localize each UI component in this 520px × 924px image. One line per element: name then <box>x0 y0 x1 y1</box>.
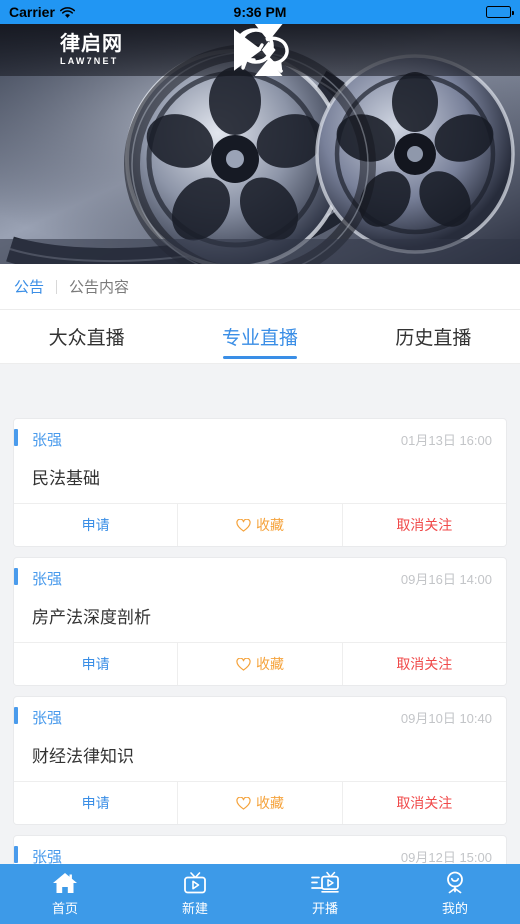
card-title: 房产法深度剖析 <box>14 595 506 643</box>
unfollow-label: 取消关注 <box>396 795 453 811</box>
card-title: 民法基础 <box>14 456 506 504</box>
card-author: 张强 <box>32 571 63 588</box>
favorite-label: 收藏 <box>255 656 284 672</box>
nav-item-broadcast[interactable]: 开播 <box>260 871 390 917</box>
nav-label: 我的 <box>441 901 468 916</box>
apply-button[interactable]: 申请 <box>14 504 178 546</box>
card-actions: 申请 收藏 取消关注 <box>14 782 506 824</box>
app-screen: Carrier 9:36 PM 律启网 LAW7NET 公告 公告内容 大众直播… <box>0 0 520 924</box>
live-category-tabs: 大众直播 专业直播 历史直播 <box>0 310 520 364</box>
nav-item-home[interactable]: 首页 <box>0 871 130 917</box>
bottom-navigation: 首页 新建 开播 我的 <box>0 864 520 924</box>
announcement-text: 公告内容 <box>69 279 130 296</box>
accent-bar <box>14 568 18 585</box>
unfollow-label: 取消关注 <box>396 517 453 533</box>
accent-bar <box>14 846 18 863</box>
apply-button[interactable]: 申请 <box>14 643 178 685</box>
apply-label: 申请 <box>81 795 110 811</box>
card-time: 09月10日 10:40 <box>400 711 492 726</box>
home-icon <box>52 871 78 895</box>
broadcast-icon <box>311 871 339 895</box>
status-bar-right <box>486 6 514 18</box>
apply-button[interactable]: 申请 <box>14 782 178 824</box>
list-item[interactable]: 张强 01月13日 16:00 民法基础 申请 收藏 取消关注 <box>13 418 507 547</box>
announcement-divider <box>56 279 58 294</box>
favorite-label: 收藏 <box>255 517 284 533</box>
tab-history-live[interactable]: 历史直播 <box>347 310 520 363</box>
card-header: 张强 01月13日 16:00 <box>14 419 506 456</box>
nav-label: 新建 <box>181 901 208 916</box>
unfollow-button[interactable]: 取消关注 <box>341 504 506 546</box>
nav-label: 首页 <box>51 901 78 916</box>
card-header: 张强 09月16日 14:00 <box>14 558 506 595</box>
tab-professional-live[interactable]: 专业直播 <box>173 310 346 363</box>
unfollow-button[interactable]: 取消关注 <box>341 782 506 824</box>
wifi-icon <box>59 6 75 18</box>
carrier-label: Carrier <box>9 4 55 20</box>
tv-play-icon <box>182 871 208 895</box>
announcement-tag: 公告 <box>14 279 45 296</box>
heart-outline-icon <box>236 657 251 671</box>
list-item[interactable]: 张强 09月16日 14:00 房产法深度剖析 申请 收藏 取消关注 <box>13 557 507 686</box>
card-time: 01月13日 16:00 <box>400 433 492 448</box>
card-author: 张强 <box>32 432 63 449</box>
card-author: 张强 <box>32 849 63 864</box>
accent-bar <box>14 707 18 724</box>
nav-item-create[interactable]: 新建 <box>130 871 260 917</box>
nav-item-profile[interactable]: 我的 <box>390 871 520 917</box>
app-header: 律启网 LAW7NET <box>0 24 520 76</box>
accent-bar <box>14 429 18 446</box>
apply-label: 申请 <box>81 517 110 533</box>
unfollow-label: 取消关注 <box>396 656 453 672</box>
heart-outline-icon <box>236 796 251 810</box>
tab-label: 专业直播 <box>221 328 298 349</box>
status-bar-left: Carrier <box>9 4 75 20</box>
banner-image: 律启网 LAW7NET <box>0 24 520 264</box>
nav-label: 开播 <box>311 901 338 916</box>
battery-icon <box>486 6 514 18</box>
status-bar: Carrier 9:36 PM <box>0 0 520 24</box>
user-smiley-icon <box>442 871 468 895</box>
card-header: 张强 09月10日 10:40 <box>14 697 506 734</box>
list-item[interactable]: 张强 09月10日 10:40 财经法律知识 申请 收藏 取消关注 <box>13 696 507 825</box>
status-bar-time: 9:36 PM <box>233 4 287 20</box>
list-item[interactable]: 张强 09月12日 15:00 影视中的版权法 申请 收藏 取消关注 <box>13 835 507 864</box>
card-actions: 申请 收藏 取消关注 <box>14 643 506 685</box>
heart-outline-icon <box>236 518 251 532</box>
unfollow-button[interactable]: 取消关注 <box>341 643 506 685</box>
favorite-button[interactable]: 收藏 <box>177 504 342 546</box>
live-session-list[interactable]: 张强 01月13日 16:00 民法基础 申请 收藏 取消关注 张强 09月16… <box>0 418 520 864</box>
tab-label: 大众直播 <box>48 328 125 349</box>
card-time: 09月16日 14:00 <box>400 572 492 587</box>
tab-public-live[interactable]: 大众直播 <box>0 310 173 363</box>
card-actions: 申请 收藏 取消关注 <box>14 504 506 546</box>
favorite-button[interactable]: 收藏 <box>177 643 342 685</box>
tab-label: 历史直播 <box>395 328 472 349</box>
apply-label: 申请 <box>81 656 110 672</box>
favorite-button[interactable]: 收藏 <box>177 782 342 824</box>
card-title: 财经法律知识 <box>14 734 506 782</box>
card-header: 张强 09月12日 15:00 <box>14 836 506 864</box>
announcement-bar[interactable]: 公告 公告内容 <box>0 264 520 310</box>
card-author: 张强 <box>32 710 63 727</box>
card-time: 09月12日 15:00 <box>400 850 492 864</box>
favorite-label: 收藏 <box>255 795 284 811</box>
